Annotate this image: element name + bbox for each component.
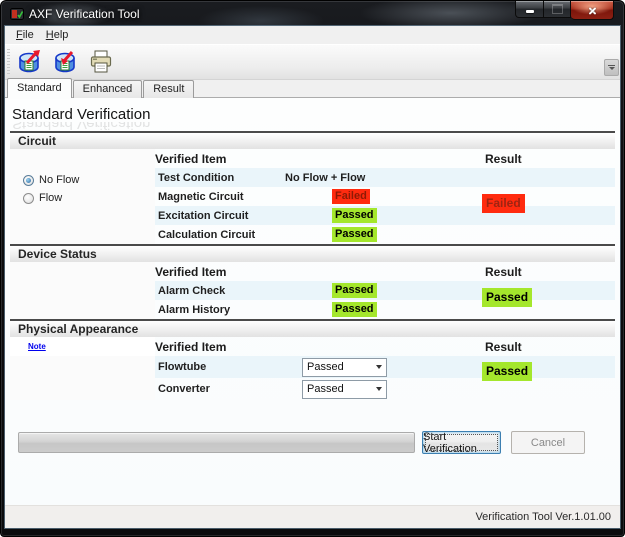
left-spacer — [10, 225, 155, 244]
tabstrip: Standard Enhanced Result — [5, 78, 620, 98]
note-link[interactable]: Note — [28, 342, 46, 351]
table-header-row: Verified Item Result — [10, 262, 615, 281]
left-spacer — [10, 149, 155, 168]
item-alarm-check: Alarm Check — [158, 284, 226, 297]
maximize-icon — [551, 4, 563, 14]
status-badge: Failed — [332, 189, 370, 204]
column-header-result: Result — [485, 151, 522, 166]
toolbar — [5, 44, 620, 80]
tab-standard[interactable]: Standard — [7, 78, 72, 98]
window-frame: AXF Verification Tool File Help Standard… — [0, 0, 625, 537]
circuit-overall-result-badge: Failed — [482, 194, 525, 213]
left-spacer — [10, 262, 155, 281]
left-spacer — [10, 206, 155, 225]
left-spacer — [10, 356, 155, 378]
export-data-icon — [19, 50, 40, 73]
table-header-row: Note Verified Item Result — [10, 337, 615, 356]
close-button[interactable] — [571, 1, 614, 20]
radio-no-flow[interactable]: No Flow — [23, 171, 79, 189]
page-title-reflection: Standard Verification — [12, 122, 151, 131]
standard-tab-page: Standard Verification Standard Verificat… — [5, 98, 620, 505]
radio-label: No Flow — [39, 174, 80, 186]
menu-help[interactable]: Help — [40, 28, 75, 42]
section-header-device-status: Device Status — [10, 244, 615, 262]
minimize-button[interactable] — [515, 1, 544, 18]
test-condition-value: No Flow + Flow — [285, 171, 366, 184]
titlebar[interactable]: AXF Verification Tool — [1, 1, 624, 26]
close-icon — [587, 5, 598, 16]
left-spacer — [10, 281, 155, 300]
item-test-condition: Test Condition — [158, 171, 235, 184]
cancel-button[interactable]: Cancel — [511, 431, 585, 454]
item-calculation-circuit: Calculation Circuit — [158, 228, 256, 241]
physical-appearance-overall-result-badge: Passed — [482, 362, 533, 381]
section-circuit: Verified Item Result Test Condition No F… — [10, 149, 615, 244]
item-converter: Converter — [158, 383, 210, 395]
device-status-overall-result-badge: Passed — [482, 288, 533, 307]
print-icon — [90, 50, 112, 73]
status-badge: Passed — [332, 227, 377, 242]
status-badge: Passed — [332, 208, 377, 223]
note-box: Note — [10, 337, 155, 356]
start-verification-button[interactable]: Start Verification — [422, 431, 501, 455]
section-header-physical-appearance: Physical Appearance — [10, 319, 615, 337]
window-title: AXF Verification Tool — [29, 6, 140, 21]
import-data-icon — [55, 51, 75, 73]
maximize-button[interactable] — [544, 1, 571, 18]
chevron-down-icon — [608, 67, 615, 70]
menu-file[interactable]: File — [10, 28, 40, 42]
client-area: File Help Standard Enhanced Result Stand… — [5, 26, 620, 528]
status-badge: Passed — [332, 283, 377, 298]
statusbar: Verification Tool Ver.1.01.00 — [5, 505, 620, 528]
column-header-verified-item: Verified Item — [155, 151, 227, 166]
column-header-result: Result — [485, 339, 522, 354]
caption-buttons — [515, 1, 614, 20]
column-header-verified-item: Verified Item — [155, 264, 227, 279]
item-magnetic-circuit: Magnetic Circuit — [158, 190, 244, 203]
section-device-status: Verified Item Result Alarm Check Passed … — [10, 262, 615, 319]
table-row: Converter Passed — [10, 378, 615, 400]
chevron-down-icon — [371, 359, 386, 376]
import-data-button[interactable] — [49, 47, 81, 77]
footer-controls: Start Verification Cancel — [18, 431, 585, 455]
tab-enhanced[interactable]: Enhanced — [72, 80, 143, 98]
chevron-down-icon — [371, 381, 386, 398]
column-header-verified-item: Verified Item — [155, 339, 227, 354]
flowtube-select-value: Passed — [307, 361, 344, 373]
table-row: Calculation Circuit Passed — [10, 225, 615, 244]
radio-flow[interactable]: Flow — [23, 189, 79, 207]
table-header-row: Verified Item Result — [10, 149, 615, 168]
table-row: Test Condition No Flow + Flow — [10, 168, 615, 187]
tab-result[interactable]: Result — [143, 80, 195, 98]
radio-icon — [23, 174, 34, 186]
left-spacer — [10, 300, 155, 319]
print-button[interactable] — [85, 47, 117, 77]
version-label: Verification Tool Ver.1.01.00 — [475, 511, 611, 523]
toolbar-overflow-icon — [608, 65, 615, 66]
left-spacer — [10, 378, 155, 400]
flow-radio-group: No Flow Flow — [23, 171, 79, 207]
page-title: Standard Verification — [12, 106, 151, 123]
item-excitation-circuit: Excitation Circuit — [158, 209, 249, 222]
column-header-result: Result — [485, 264, 522, 279]
radio-label: Flow — [39, 192, 63, 204]
radio-icon — [23, 192, 34, 204]
toolbar-overflow-button[interactable] — [604, 59, 619, 76]
verification-progress-bar — [18, 432, 415, 453]
section-physical-appearance: Note Verified Item Result Flowtube Passe… — [10, 337, 615, 400]
menubar: File Help — [5, 26, 620, 44]
converter-select[interactable]: Passed — [302, 379, 387, 399]
flowtube-select[interactable]: Passed — [302, 357, 387, 377]
app-icon — [10, 7, 24, 20]
converter-select-value: Passed — [307, 383, 344, 395]
status-badge: Passed — [332, 302, 377, 317]
section-header-circuit: Circuit — [10, 131, 615, 149]
minimize-icon — [525, 9, 534, 13]
item-alarm-history: Alarm History — [158, 303, 231, 316]
export-data-button[interactable] — [13, 47, 45, 77]
item-flowtube: Flowtube — [158, 361, 207, 373]
